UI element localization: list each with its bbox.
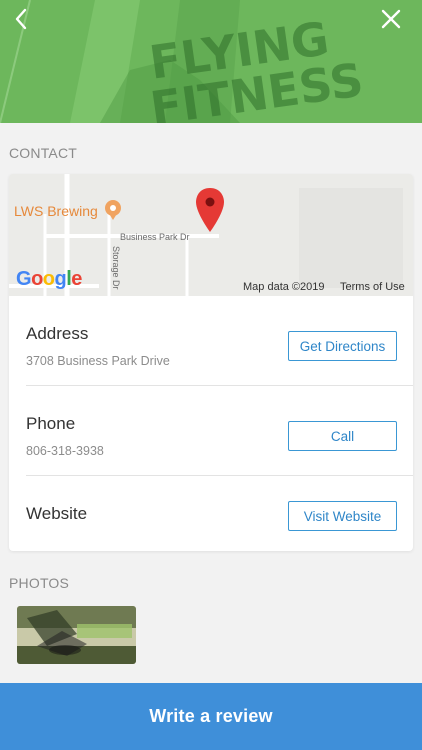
photo-image xyxy=(17,606,136,664)
hero-image: FLYING FITNESS xyxy=(0,0,422,123)
map-side-street-label: Storage Dr xyxy=(111,246,121,290)
terms-of-use-link[interactable]: Terms of Use xyxy=(340,281,405,293)
phone-row: Phone 806-318-3938 Call xyxy=(9,386,413,476)
website-title: Website xyxy=(26,504,88,523)
visit-website-button[interactable]: Visit Website xyxy=(288,501,397,531)
map-view[interactable]: LWS Brewing Business Park Dr Storage Dr … xyxy=(9,174,413,296)
map-poi-label[interactable]: LWS Brewing xyxy=(14,203,98,219)
address-title: Address xyxy=(26,324,89,343)
map-attribution: Map data ©2019 xyxy=(243,281,325,293)
map-street-label: Business Park Dr xyxy=(120,232,190,242)
website-row: Website Visit Website xyxy=(9,476,413,551)
photo-thumbnail[interactable] xyxy=(17,606,136,664)
address-value: 3708 Business Park Drive xyxy=(26,354,170,368)
hero-banner: FLYING FITNESS xyxy=(0,0,422,123)
close-icon xyxy=(381,9,401,29)
phone-value[interactable]: 806-318-3938 xyxy=(26,444,104,458)
write-review-label: Write a review xyxy=(149,706,273,726)
address-row: Address 3708 Business Park Drive Get Dir… xyxy=(9,296,413,386)
photos-section-label: PHOTOS xyxy=(9,575,70,591)
close-button[interactable] xyxy=(374,4,408,34)
write-review-button[interactable]: Write a review xyxy=(0,683,422,750)
get-directions-button[interactable]: Get Directions xyxy=(288,331,397,361)
google-logo: Google xyxy=(16,268,82,290)
chevron-left-icon xyxy=(15,8,27,30)
contact-card: LWS Brewing Business Park Dr Storage Dr … xyxy=(9,174,413,551)
call-button[interactable]: Call xyxy=(288,421,397,451)
phone-title: Phone xyxy=(26,414,76,433)
contact-section-label: CONTACT xyxy=(9,145,78,161)
back-button[interactable] xyxy=(4,4,38,34)
